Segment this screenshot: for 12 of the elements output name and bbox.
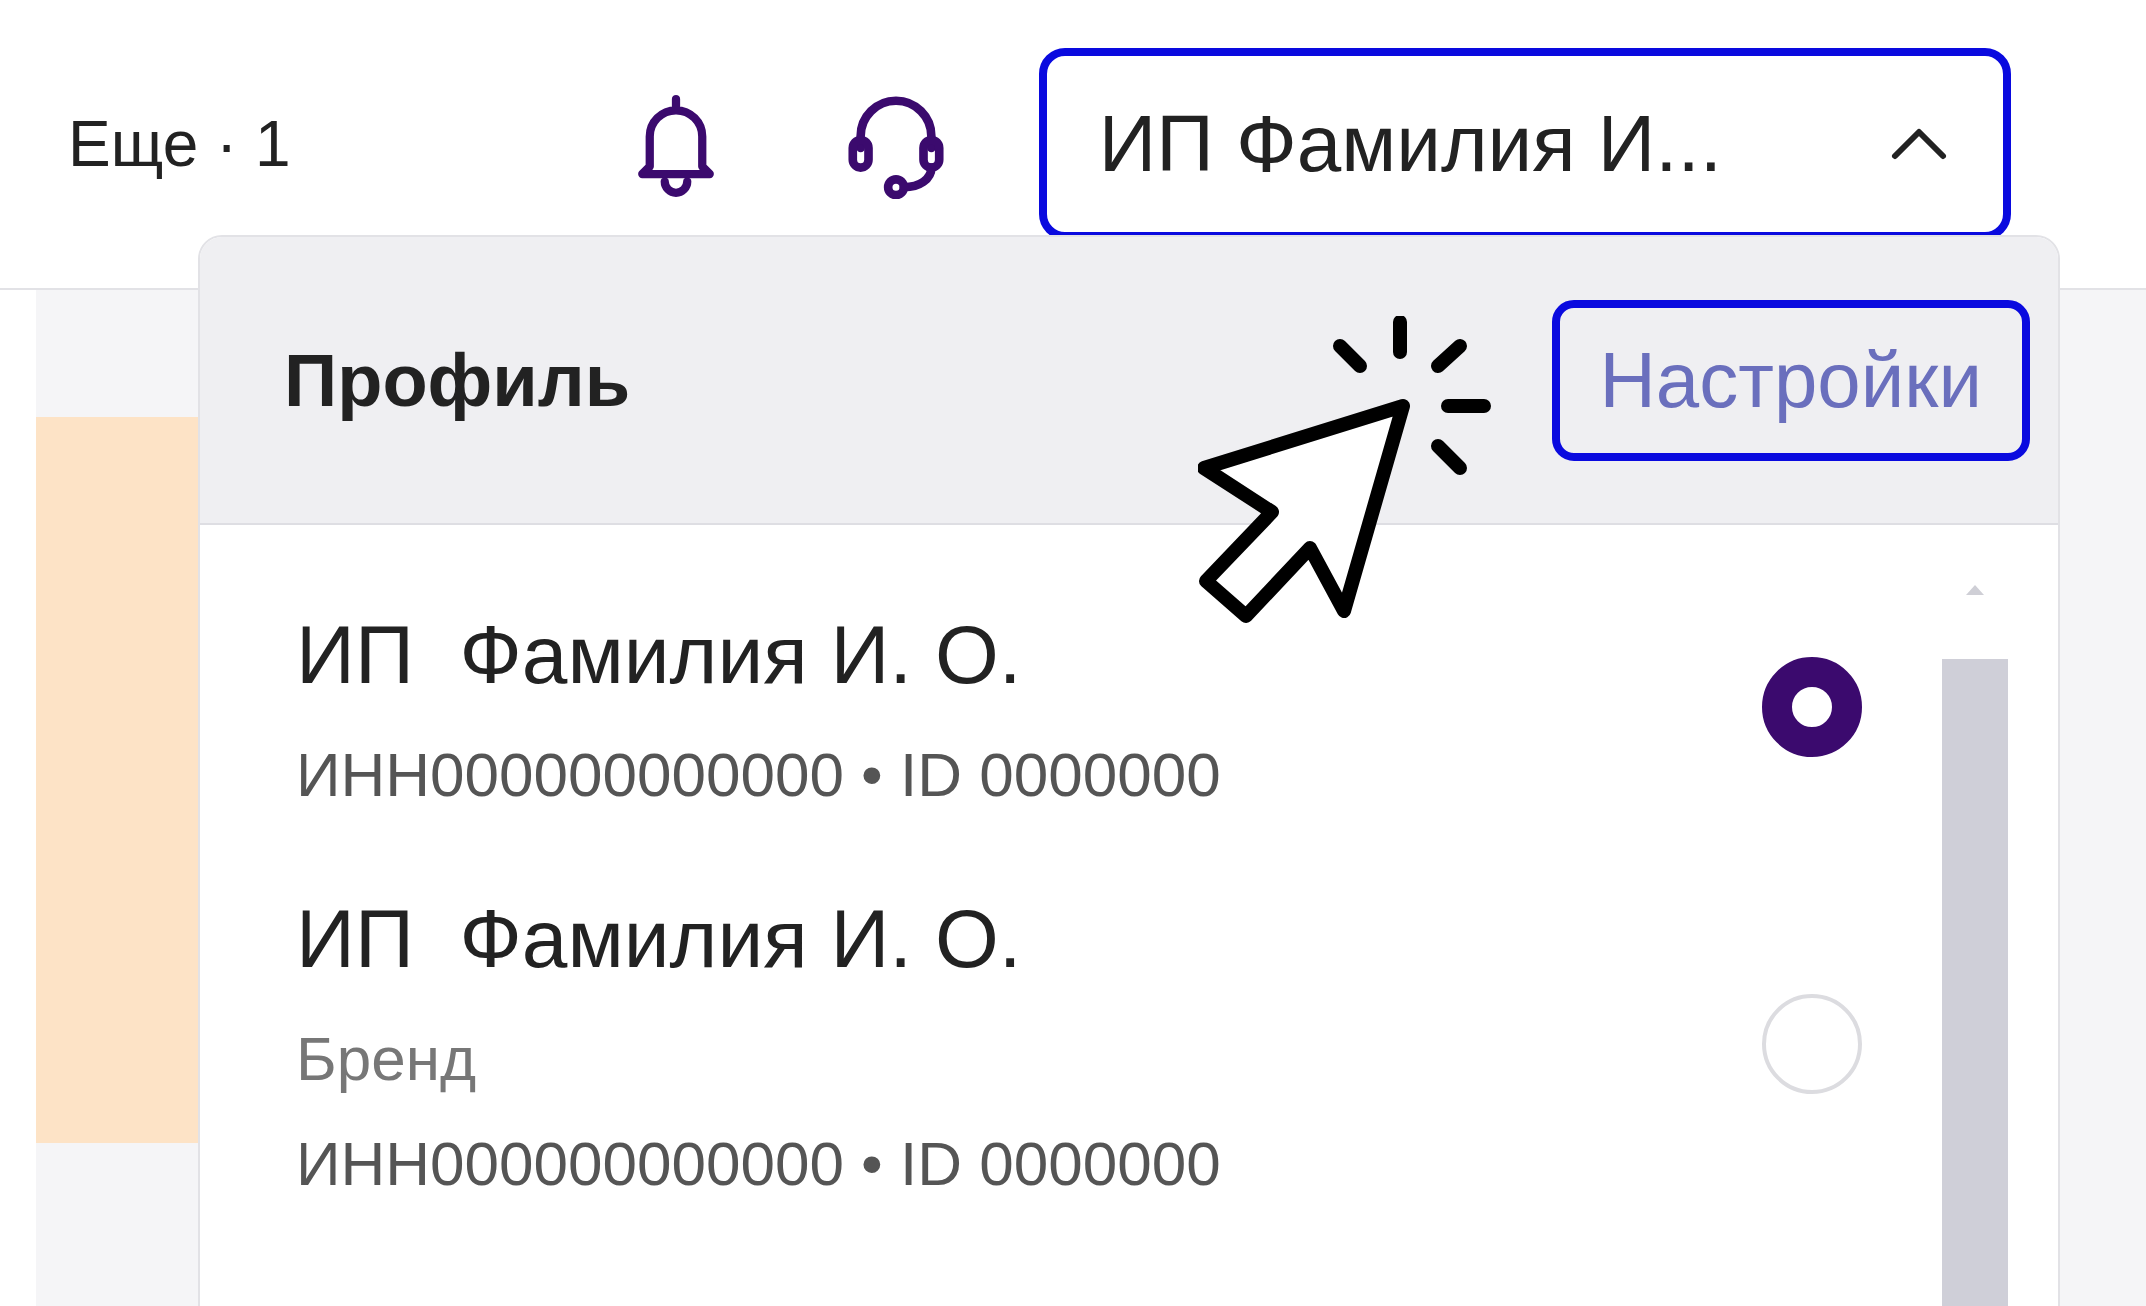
scrollbar-thumb[interactable] xyxy=(1942,659,2008,1306)
more-label[interactable]: Еще · 1 xyxy=(68,96,291,192)
account-brand: Бренд xyxy=(296,1023,478,1095)
account-item[interactable]: ИП Фамилия И. О. ИНН000000000000 • ID 0000000 xyxy=(200,565,1942,849)
dropdown-title: Профиль xyxy=(284,337,631,424)
cursor-click-icon xyxy=(1198,316,1494,626)
account-name: ИП Фамилия И. О. xyxy=(296,892,1023,986)
account-name: ИП Фамилия И. О. xyxy=(296,608,1023,702)
account-details: ИНН000000000000 • ID 0000000 xyxy=(296,1128,1221,1200)
account-item[interactable]: ИП Фамилия И. О. Бренд ИНН000000000000 • ID 0000000 xyxy=(200,849,1942,1238)
settings-link[interactable]: Настройки xyxy=(1551,299,2030,461)
account-details: ИНН000000000000 • ID 0000000 xyxy=(296,739,1221,811)
